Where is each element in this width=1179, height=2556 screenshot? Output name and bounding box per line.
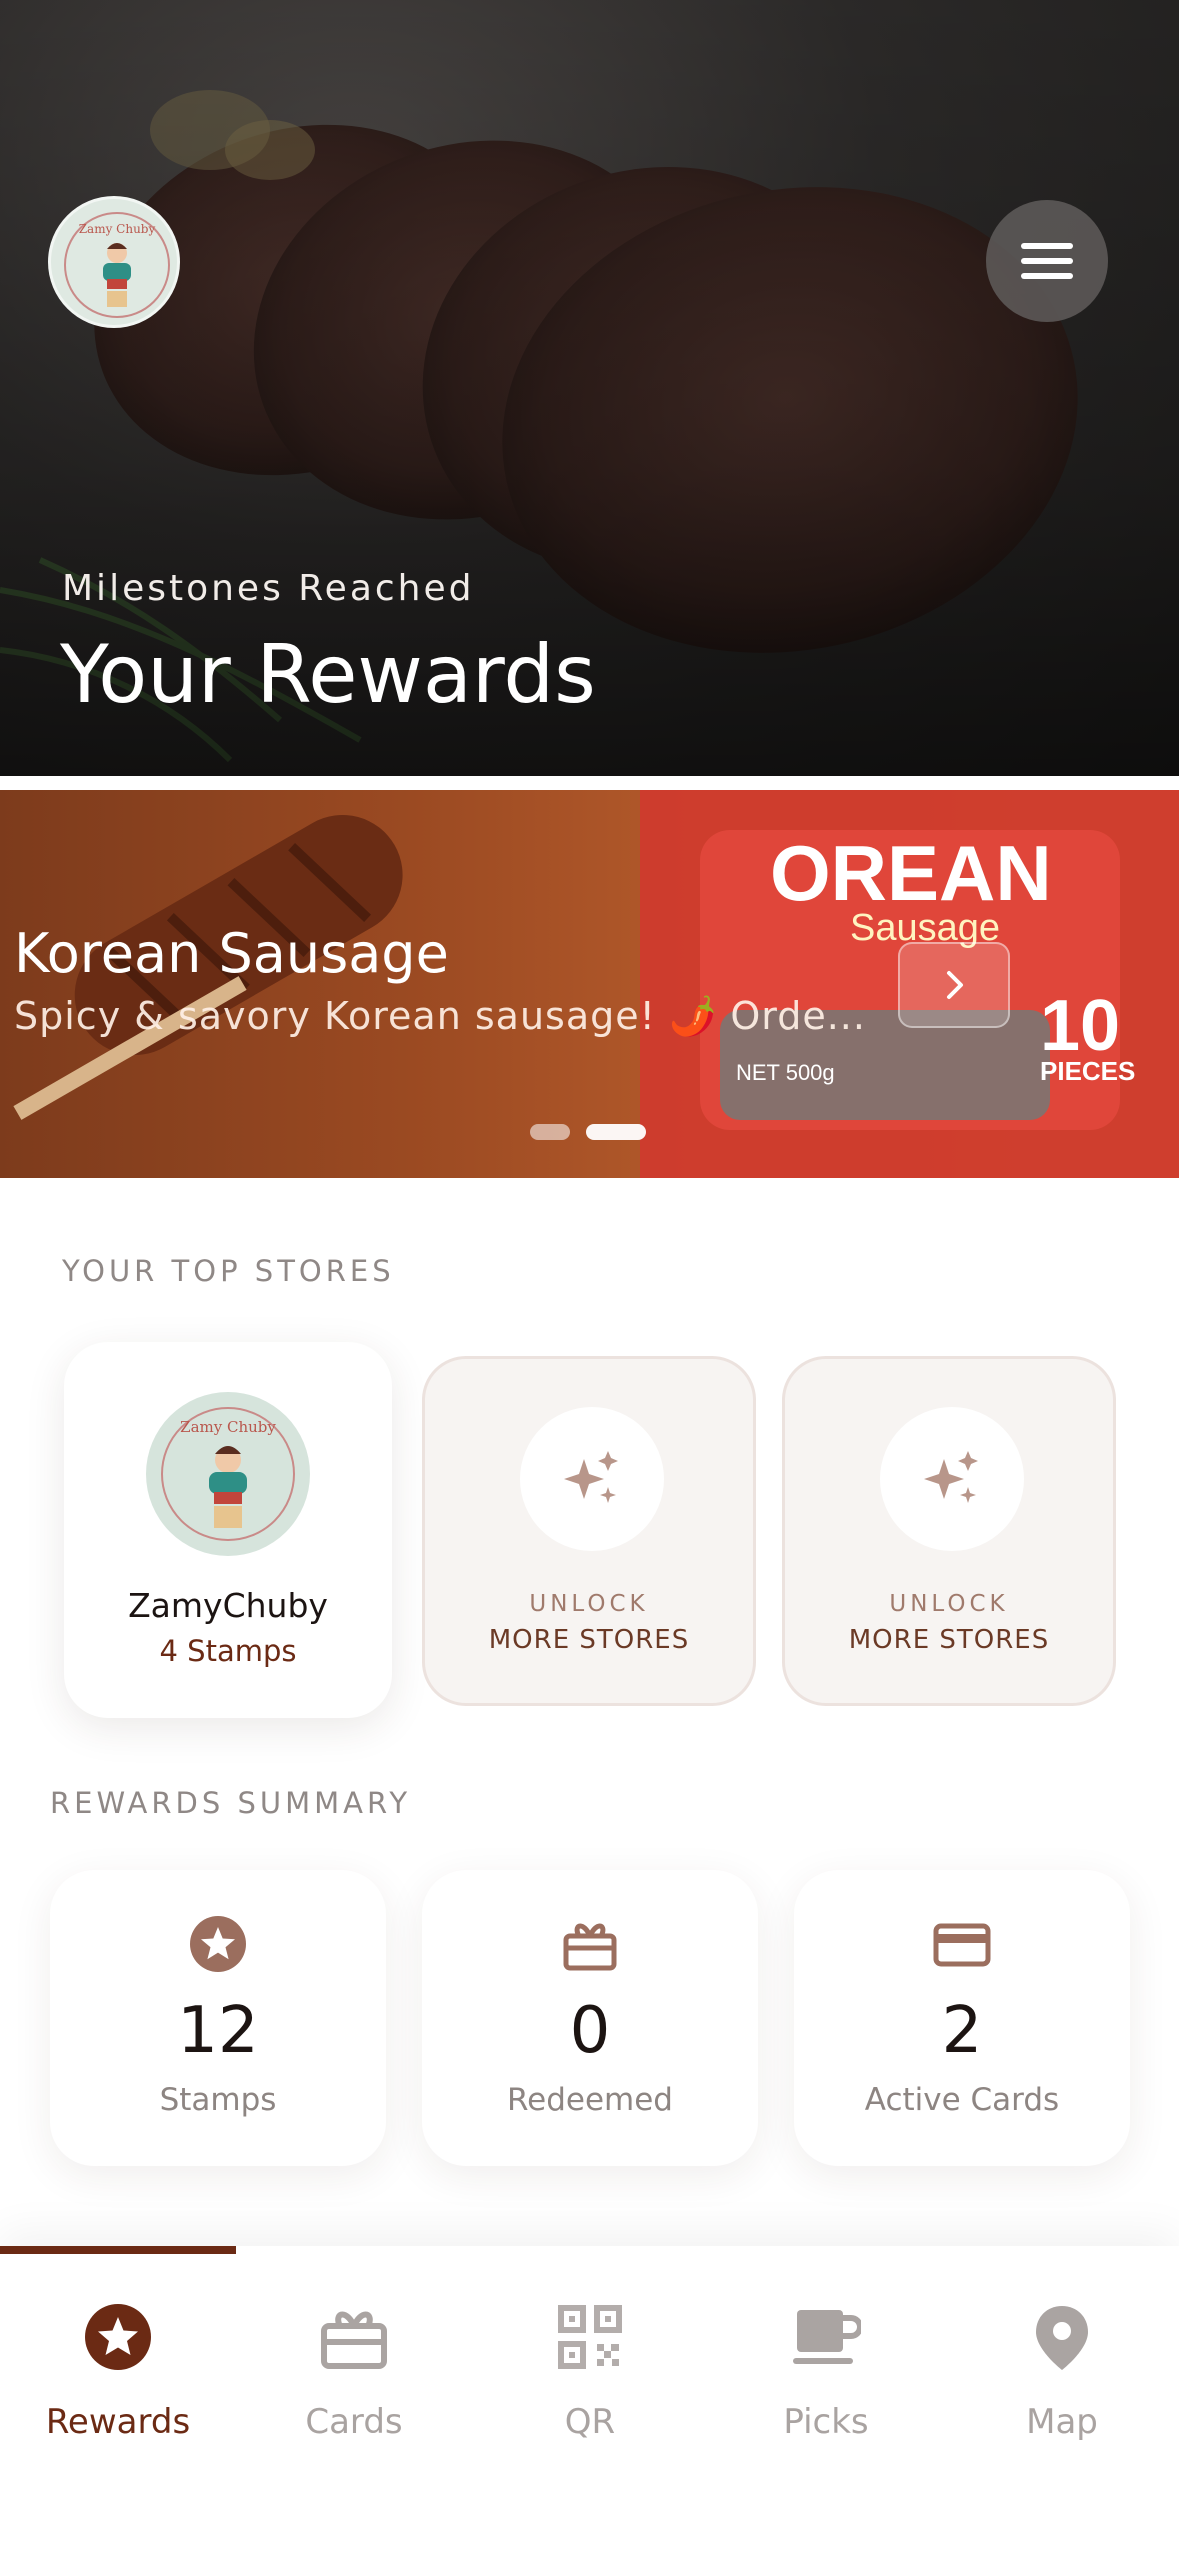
package-weight-text: NET 500g [736, 1060, 835, 1085]
tab-label: QR [564, 2402, 616, 2442]
store-avatar: Zamy Chuby [146, 1392, 310, 1556]
tab-label: Rewards [45, 2402, 191, 2442]
unlock-store-card[interactable]: UNLOCK MORE STORES [782, 1356, 1116, 1706]
active-cards-label: Active Cards [864, 2082, 1060, 2118]
store-card-zamychuby[interactable]: Zamy Chuby ZamyChuby 4 Stamps [64, 1342, 392, 1718]
gift-card-icon [236, 2302, 472, 2372]
promo-carousel[interactable]: OREAN Sausage 10 PIECES NET 500g Korean … [0, 790, 1179, 1178]
map-pin-icon [944, 2302, 1179, 2372]
hamburger-icon [1021, 234, 1073, 288]
store-name: ZamyChuby [128, 1586, 328, 1625]
unlock-label: UNLOCK [529, 1591, 649, 1617]
package-brand-text: OREAN [770, 829, 1052, 917]
tab-picks[interactable]: Picks [708, 2296, 944, 2466]
mascot-logo-icon: Zamy Chuby [64, 212, 170, 318]
store-stamp-count: 4 Stamps [159, 1634, 297, 1668]
stamps-label: Stamps [159, 2082, 277, 2118]
hero-banner: Zamy Chuby Milestones Reached Your Rewar… [0, 0, 1179, 776]
tab-qr[interactable]: QR [472, 2296, 708, 2466]
tab-label: Map [1026, 2402, 1098, 2442]
tab-label: Picks [783, 2402, 869, 2442]
mascot-logo-icon: Zamy Chuby [161, 1407, 295, 1541]
chevron-right-icon [947, 971, 963, 999]
carousel-dots [530, 1124, 646, 1140]
package-count-text: 10 [1040, 986, 1120, 1066]
promo-description: Spicy & savory Korean sausage! 🌶️ Orde..… [14, 994, 864, 1038]
redeemed-count: 0 [569, 1994, 611, 2068]
coffee-cup-icon [708, 2302, 944, 2372]
unlock-label: UNLOCK [889, 1591, 1009, 1617]
rewards-summary-label: REWARDS SUMMARY [50, 1786, 412, 1820]
sparkles-icon [880, 1407, 1024, 1551]
tab-label: Cards [305, 2402, 403, 2442]
brand-logo[interactable]: Zamy Chuby [48, 196, 180, 328]
package-pieces-text: PIECES [1040, 1056, 1135, 1086]
qr-code-icon [472, 2302, 708, 2372]
tab-cards[interactable]: Cards [236, 2296, 472, 2466]
summary-card-active-cards: 2 Active Cards [794, 1870, 1130, 2166]
summary-card-stamps: 12 Stamps [50, 1870, 386, 2166]
carousel-dot-active[interactable] [586, 1124, 646, 1140]
tab-rewards[interactable]: Rewards [0, 2296, 236, 2466]
more-stores-label: MORE STORES [848, 1625, 1050, 1655]
sparkles-icon [520, 1407, 664, 1551]
promo-next-button[interactable] [898, 942, 1010, 1028]
redeemed-label: Redeemed [507, 2082, 673, 2118]
bottom-tab-bar: Rewards Cards QR Picks Map [0, 2246, 1179, 2556]
star-icon [50, 1914, 386, 1974]
top-stores-label: YOUR TOP STORES [62, 1254, 395, 1288]
svg-text:Zamy Chuby: Zamy Chuby [79, 222, 156, 236]
more-stores-label: MORE STORES [488, 1625, 690, 1655]
summary-card-redeemed: 0 Redeemed [422, 1870, 758, 2166]
active-cards-count: 2 [941, 1994, 983, 2068]
gift-icon [422, 1914, 758, 1974]
hero-subtitle: Milestones Reached [62, 568, 475, 609]
tab-map[interactable]: Map [944, 2296, 1179, 2466]
star-badge-icon [0, 2302, 236, 2372]
credit-card-icon [794, 1914, 1130, 1974]
carousel-dot[interactable] [530, 1124, 570, 1140]
stamps-count: 12 [177, 1994, 259, 2068]
menu-button[interactable] [986, 200, 1108, 322]
active-tab-indicator [0, 2246, 236, 2254]
promo-title: Korean Sausage [14, 922, 449, 985]
store-logo-text: Zamy Chuby [180, 1418, 276, 1436]
page-title: Your Rewards [60, 628, 596, 721]
unlock-store-card[interactable]: UNLOCK MORE STORES [422, 1356, 756, 1706]
